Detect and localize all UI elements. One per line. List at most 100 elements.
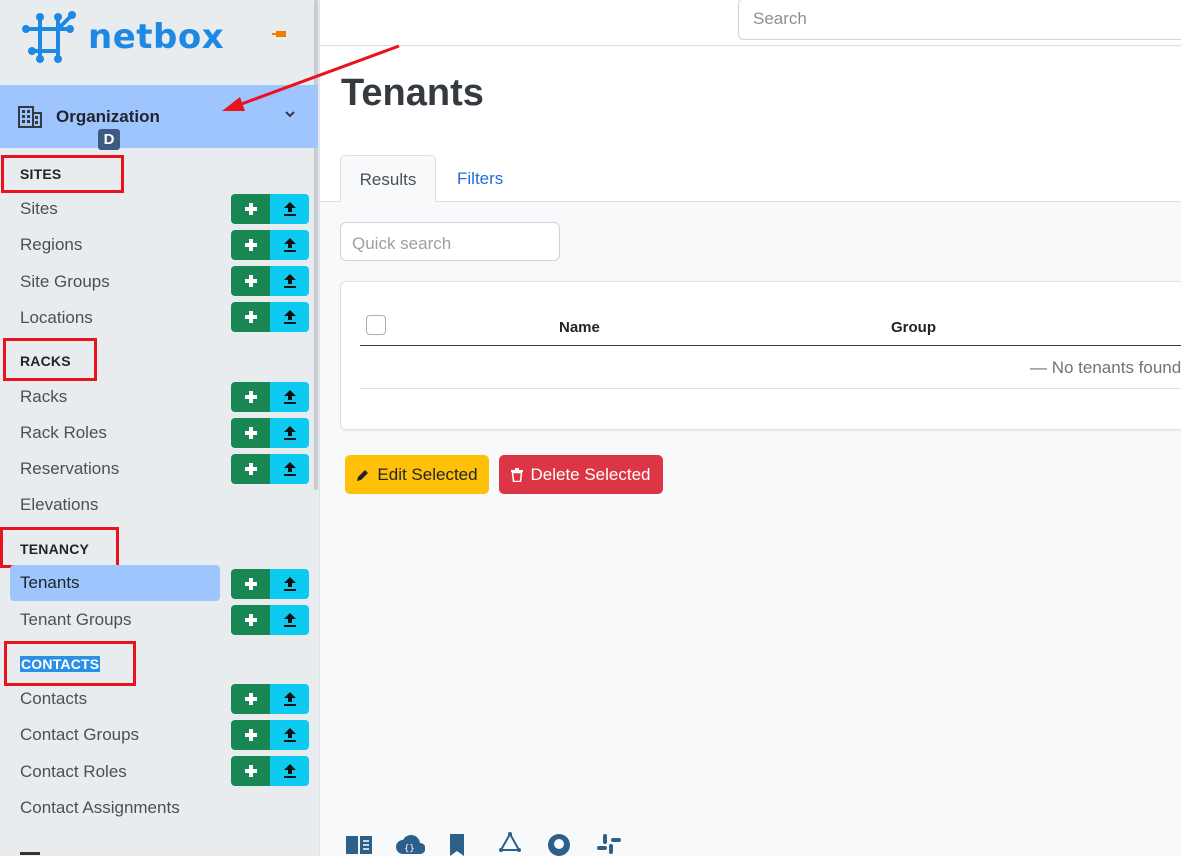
nav-item-tenant-groups[interactable]: Tenant Groups	[10, 602, 220, 638]
sidebar-scrollbar[interactable]	[314, 0, 318, 490]
chevron-down-icon	[285, 111, 295, 118]
svg-text:{}: {}	[404, 844, 415, 854]
nav-item-locations[interactable]: Locations	[10, 300, 220, 336]
add-location-button[interactable]	[231, 302, 270, 332]
organization-menu[interactable]: Organization	[0, 85, 318, 148]
add-site-button[interactable]	[231, 194, 270, 224]
import-regions-button[interactable]	[270, 230, 309, 260]
tab-filters[interactable]: Filters	[457, 169, 503, 189]
import-sites-button[interactable]	[270, 194, 309, 224]
nav-item-sites[interactable]: Sites	[10, 191, 220, 227]
edit-selected-label: Edit Selected	[377, 464, 478, 484]
quick-search-input[interactable]: Quick search	[340, 222, 560, 261]
menu-icon[interactable]	[20, 852, 40, 855]
import-tenants-button[interactable]	[270, 569, 309, 599]
delete-selected-button[interactable]: Delete Selected	[499, 455, 663, 494]
import-site-groups-button[interactable]	[270, 266, 309, 296]
upload-icon	[283, 764, 296, 778]
netbox-logo-icon	[22, 11, 76, 63]
upload-icon	[283, 462, 296, 476]
book-icon[interactable]	[345, 832, 375, 856]
plus-icon	[244, 275, 257, 287]
upload-icon	[283, 613, 296, 627]
plus-icon	[244, 614, 257, 626]
tab-results[interactable]: Results	[340, 155, 436, 202]
plus-icon	[244, 578, 257, 590]
upload-icon	[283, 390, 296, 404]
section-sites: SITES	[20, 166, 62, 182]
nav-item-rack-roles[interactable]: Rack Roles	[10, 415, 220, 451]
section-racks: RACKS	[20, 353, 71, 369]
pin-icon[interactable]	[272, 29, 288, 39]
import-reservations-button[interactable]	[270, 454, 309, 484]
upload-icon	[283, 202, 296, 216]
plus-icon	[244, 391, 257, 403]
import-locations-button[interactable]	[270, 302, 309, 332]
add-site-group-button[interactable]	[231, 266, 270, 296]
nav-item-regions[interactable]: Regions	[10, 227, 220, 263]
table-header-divider	[360, 345, 1181, 346]
column-header-name[interactable]: Name	[559, 319, 600, 336]
organization-label: Organization	[56, 106, 160, 126]
nav-item-reservations[interactable]: Reservations	[10, 451, 220, 487]
nav-item-tenants[interactable]: Tenants	[10, 565, 220, 601]
import-rack-roles-button[interactable]	[270, 418, 309, 448]
plus-icon	[244, 729, 257, 741]
footer-links: {}	[345, 831, 645, 856]
nav-item-contact-assignments[interactable]: Contact Assignments	[10, 790, 220, 826]
page-title: Tenants	[341, 72, 484, 114]
nav-item-elevations[interactable]: Elevations	[10, 487, 220, 523]
add-tenant-button[interactable]	[231, 569, 270, 599]
plus-icon	[244, 427, 257, 439]
nav-item-racks[interactable]: Racks	[10, 379, 220, 415]
upload-icon	[283, 577, 296, 591]
import-contact-groups-button[interactable]	[270, 720, 309, 750]
brand[interactable]: netbox	[18, 6, 224, 68]
plus-icon	[244, 311, 257, 323]
edit-selected-button[interactable]: Edit Selected	[345, 455, 489, 494]
add-contact-group-button[interactable]	[231, 720, 270, 750]
import-contacts-button[interactable]	[270, 684, 309, 714]
slack-icon[interactable]	[595, 832, 625, 856]
section-contacts: CONTACTS	[20, 656, 101, 672]
plus-icon	[244, 239, 257, 251]
plus-icon	[244, 203, 257, 215]
page-header	[320, 47, 1181, 202]
upload-icon	[283, 728, 296, 742]
nav-item-contacts[interactable]: Contacts	[10, 681, 220, 717]
upload-icon	[283, 274, 296, 288]
select-all-checkbox[interactable]	[366, 315, 386, 335]
column-header-group[interactable]: Group	[891, 319, 936, 336]
import-tenant-groups-button[interactable]	[270, 605, 309, 635]
bookmark-icon[interactable]	[445, 832, 475, 856]
nav-actions-contact-groups	[231, 720, 309, 750]
import-contact-roles-button[interactable]	[270, 756, 309, 786]
import-racks-button[interactable]	[270, 382, 309, 412]
graphql-icon[interactable]	[495, 831, 525, 856]
add-rack-button[interactable]	[231, 382, 270, 412]
github-icon[interactable]	[545, 832, 575, 856]
add-reservation-button[interactable]	[231, 454, 270, 484]
nav-actions-contacts	[231, 684, 309, 714]
add-tenant-group-button[interactable]	[231, 605, 270, 635]
nav-item-contact-groups[interactable]: Contact Groups	[10, 717, 220, 753]
nav-actions-locations	[231, 302, 309, 332]
nav-actions-regions	[231, 230, 309, 260]
api-cloud-icon[interactable]: {}	[395, 832, 426, 856]
tabs-divider	[320, 201, 1181, 202]
add-contact-button[interactable]	[231, 684, 270, 714]
results-table-card	[340, 281, 1181, 430]
add-region-button[interactable]	[231, 230, 270, 260]
nav-actions-tenant-groups	[231, 605, 309, 635]
nav-actions-tenants	[231, 569, 309, 599]
search-input[interactable]: Search	[738, 0, 1181, 40]
nav-item-contact-roles[interactable]: Contact Roles	[10, 754, 220, 790]
sidebar: netbox Organization D SITES Sites Region…	[0, 0, 320, 856]
add-rack-role-button[interactable]	[231, 418, 270, 448]
add-contact-role-button[interactable]	[231, 756, 270, 786]
nav-actions-rack-roles	[231, 418, 309, 448]
nav-item-site-groups[interactable]: Site Groups	[10, 264, 220, 300]
trash-icon	[511, 467, 524, 482]
plus-icon	[244, 693, 257, 705]
table-row-divider	[360, 388, 1181, 389]
